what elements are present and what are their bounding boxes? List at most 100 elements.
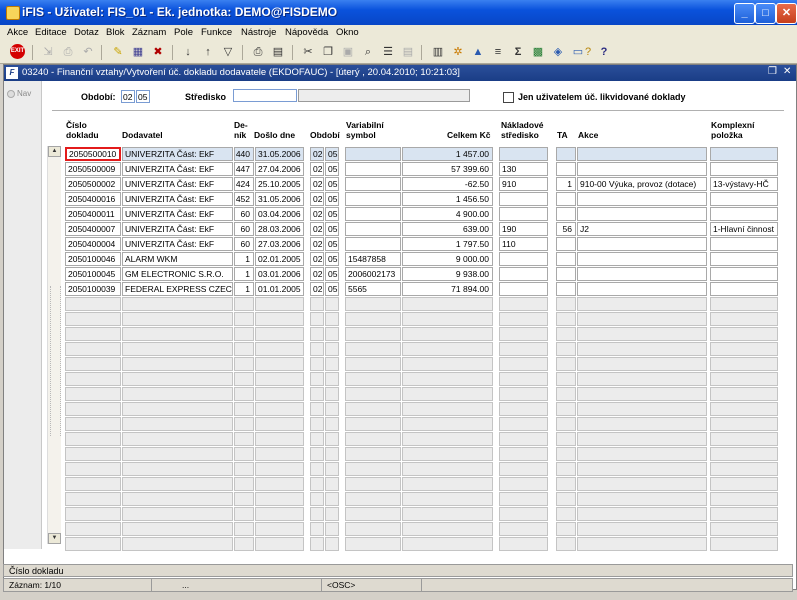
cell-akce[interactable] xyxy=(577,147,707,161)
cell-denik[interactable]: 60 xyxy=(234,237,254,251)
cell-denik[interactable]: 1 xyxy=(234,252,254,266)
cell-nakl[interactable] xyxy=(499,492,548,506)
cell-nakl[interactable] xyxy=(499,252,548,266)
cell-dodavatel[interactable] xyxy=(122,507,233,521)
cell-nakl[interactable] xyxy=(499,537,548,551)
cell-denik[interactable] xyxy=(234,537,254,551)
cell-cislo[interactable] xyxy=(65,462,121,476)
save-icon[interactable]: ⇲ xyxy=(40,44,56,60)
cell-ta[interactable] xyxy=(556,372,576,386)
cell-dodavatel[interactable] xyxy=(122,537,233,551)
cell-celkem[interactable]: 1 457.00 xyxy=(402,147,493,161)
cell-vs[interactable] xyxy=(345,147,401,161)
cell-vs[interactable] xyxy=(345,312,401,326)
cell-vs[interactable] xyxy=(345,477,401,491)
cell-celkem[interactable]: 9 000.00 xyxy=(402,252,493,266)
cell-cislo[interactable]: 2050100046 xyxy=(65,252,121,266)
copy-icon[interactable]: ❐ xyxy=(320,44,336,60)
cell-denik[interactable]: 1 xyxy=(234,267,254,281)
cell-vs[interactable] xyxy=(345,492,401,506)
cell-ta[interactable] xyxy=(556,507,576,521)
cell-nakl[interactable] xyxy=(499,432,548,446)
align-icon[interactable]: ≡ xyxy=(490,44,506,60)
cell-dodavatel[interactable]: UNIVERZITA Část: EkF xyxy=(122,162,233,176)
cell-vs[interactable] xyxy=(345,177,401,191)
cell-nakl[interactable] xyxy=(499,402,548,416)
cell-celkem[interactable] xyxy=(402,312,493,326)
cell-akce[interactable] xyxy=(577,462,707,476)
table-row[interactable] xyxy=(0,357,792,371)
cell-vs[interactable] xyxy=(345,537,401,551)
table-row[interactable]: 2050500002 UNIVERZITA Část: EkF 424 25.10.2… xyxy=(0,177,792,191)
cell-doslo[interactable] xyxy=(255,402,304,416)
cell-doslo[interactable]: 25.10.2005 xyxy=(255,177,304,191)
help-icon[interactable]: ? xyxy=(596,44,612,60)
cell-o1[interactable] xyxy=(310,537,324,551)
cell-o1[interactable]: 02 xyxy=(310,282,324,296)
cell-akce[interactable] xyxy=(577,162,707,176)
list-icon[interactable]: ☰ xyxy=(380,44,396,60)
cell-ta[interactable]: 1 xyxy=(556,177,576,191)
chart-icon[interactable]: ▲ xyxy=(470,44,486,60)
cell-akce[interactable] xyxy=(577,237,707,251)
cell-o2[interactable]: 05 xyxy=(325,282,339,296)
cell-o1[interactable]: 02 xyxy=(310,267,324,281)
cell-akce[interactable]: J2 xyxy=(577,222,707,236)
cell-vs[interactable] xyxy=(345,372,401,386)
menu-pole[interactable]: Pole xyxy=(174,27,193,38)
cell-dodavatel[interactable] xyxy=(122,402,233,416)
cell-komplex[interactable] xyxy=(710,402,778,416)
cell-o1[interactable] xyxy=(310,477,324,491)
cell-o2[interactable] xyxy=(325,372,339,386)
cell-cislo[interactable]: 2050100045 xyxy=(65,267,121,281)
cell-akce[interactable] xyxy=(577,207,707,221)
cell-dodavatel[interactable] xyxy=(122,327,233,341)
cell-ta[interactable] xyxy=(556,432,576,446)
table-row[interactable] xyxy=(0,417,792,431)
cell-o1[interactable]: 02 xyxy=(310,252,324,266)
cell-doslo[interactable] xyxy=(255,417,304,431)
table-row[interactable] xyxy=(0,387,792,401)
cell-o1[interactable] xyxy=(310,372,324,386)
cell-o1[interactable] xyxy=(310,522,324,536)
cell-denik[interactable] xyxy=(234,297,254,311)
cell-akce[interactable] xyxy=(577,402,707,416)
cell-cislo[interactable] xyxy=(65,537,121,551)
cell-doslo[interactable] xyxy=(255,477,304,491)
cell-doslo[interactable]: 27.04.2006 xyxy=(255,162,304,176)
cell-doslo[interactable] xyxy=(255,507,304,521)
maximize-button[interactable]: □ xyxy=(755,3,776,24)
cell-doslo[interactable]: 27.03.2006 xyxy=(255,237,304,251)
cell-komplex[interactable] xyxy=(710,267,778,281)
cell-ta[interactable] xyxy=(556,387,576,401)
cell-nakl[interactable] xyxy=(499,342,548,356)
cell-o2[interactable]: 05 xyxy=(325,237,339,251)
nav-button[interactable]: Nav xyxy=(7,89,31,98)
layout-icon[interactable]: ▤ xyxy=(270,44,286,60)
cell-ta[interactable] xyxy=(556,342,576,356)
cell-o2[interactable] xyxy=(325,312,339,326)
cell-dodavatel[interactable] xyxy=(122,357,233,371)
cell-dodavatel[interactable]: UNIVERZITA Část: EkF xyxy=(122,222,233,236)
close-form-icon[interactable]: ✕ xyxy=(783,66,791,77)
cell-celkem[interactable]: 9 938.00 xyxy=(402,267,493,281)
cell-o2[interactable] xyxy=(325,507,339,521)
cell-akce[interactable] xyxy=(577,252,707,266)
cell-o1[interactable] xyxy=(310,507,324,521)
cell-o1[interactable]: 02 xyxy=(310,162,324,176)
cell-vs[interactable] xyxy=(345,402,401,416)
cell-akce[interactable] xyxy=(577,192,707,206)
menu-dotaz[interactable]: Dotaz xyxy=(74,27,99,38)
cell-nakl[interactable]: 910 xyxy=(499,177,548,191)
detail-icon[interactable]: ▤ xyxy=(400,44,416,60)
cell-nakl[interactable] xyxy=(499,357,548,371)
cell-dodavatel[interactable] xyxy=(122,312,233,326)
cell-cislo[interactable] xyxy=(65,312,121,326)
cell-o1[interactable] xyxy=(310,417,324,431)
cell-nakl[interactable] xyxy=(499,207,548,221)
cell-ta[interactable] xyxy=(556,267,576,281)
cell-komplex[interactable] xyxy=(710,387,778,401)
sort-descending-icon[interactable]: ↑ xyxy=(200,44,216,60)
cell-celkem[interactable] xyxy=(402,537,493,551)
cell-doslo[interactable] xyxy=(255,342,304,356)
